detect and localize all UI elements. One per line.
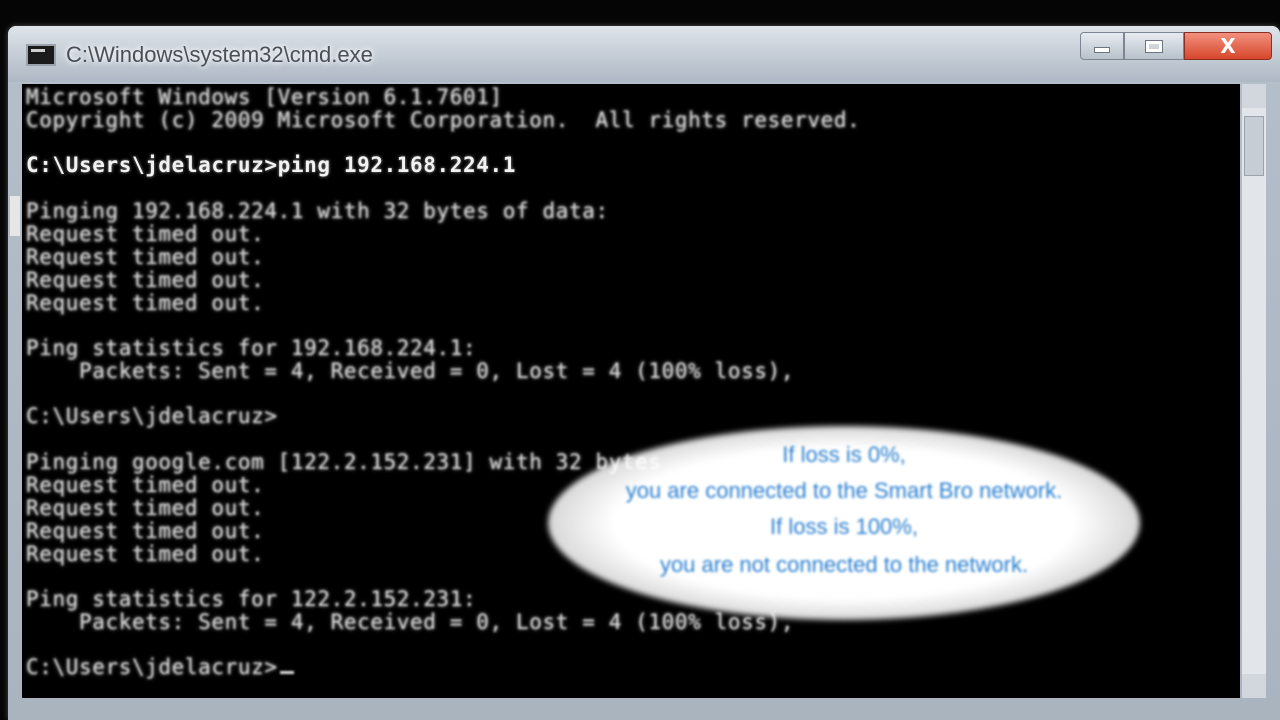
scroll-thumb[interactable]: [1244, 116, 1264, 176]
close-icon: X: [1220, 34, 1236, 58]
console-line: Ping statistics for 192.168.224.1:: [26, 336, 477, 360]
console-line: Request timed out.: [26, 222, 265, 246]
console-line: Request timed out.: [26, 496, 265, 520]
console-prompt: C:\Users\jdelacruz>: [26, 655, 278, 679]
console-line: Request timed out.: [26, 245, 265, 269]
console-line: Copyright (c) 2009 Microsoft Corporation…: [26, 108, 861, 132]
cmd-app-icon[interactable]: [26, 44, 56, 66]
console-line: Request timed out.: [26, 268, 265, 292]
maximize-icon: [1146, 40, 1162, 52]
console-line: Packets: Sent = 4, Received = 0, Lost = …: [26, 359, 795, 383]
vertical-scrollbar[interactable]: [1242, 84, 1266, 698]
console-output[interactable]: Microsoft Windows [Version 6.1.7601] Cop…: [22, 84, 1240, 698]
resize-handle[interactable]: [10, 196, 20, 236]
console-prompt-line[interactable]: C:\Users\jdelacruz>: [26, 656, 294, 678]
window-title: C:\Windows\system32\cmd.exe: [66, 42, 373, 67]
console-line: Request timed out.: [26, 473, 265, 497]
console-line: Request timed out.: [26, 542, 265, 566]
callout-line: If loss is 100%,: [770, 514, 918, 539]
console-command-line: C:\Users\jdelacruz>ping 192.168.224.1: [26, 153, 516, 177]
text-cursor: [279, 671, 294, 674]
console-prompt-line: C:\Users\jdelacruz>: [26, 404, 278, 428]
console-line: Request timed out.: [26, 291, 265, 315]
close-button[interactable]: X: [1184, 32, 1272, 60]
console-line: Packets: Sent = 4, Received = 0, Lost = …: [26, 610, 795, 634]
console-line: Pinging 192.168.224.1 with 32 bytes of d…: [26, 199, 609, 223]
minimize-button[interactable]: [1080, 32, 1124, 60]
scroll-down-button[interactable]: [1242, 674, 1266, 698]
callout-line: If loss is 0%,: [782, 442, 906, 467]
console-line: Request timed out.: [26, 519, 265, 543]
maximize-button[interactable]: [1124, 32, 1184, 60]
callout-line: you are not connected to the network.: [659, 552, 1029, 577]
callout-line: you are connected to the Smart Bro netwo…: [625, 478, 1063, 503]
scroll-up-button[interactable]: [1242, 84, 1266, 108]
minimize-icon: [1094, 47, 1110, 53]
console-line: Microsoft Windows [Version 6.1.7601]: [26, 85, 503, 109]
title-bar[interactable]: C:\Windows\system32\cmd.exe X: [8, 26, 1280, 82]
console-line: Ping statistics for 122.2.152.231:: [26, 587, 477, 611]
